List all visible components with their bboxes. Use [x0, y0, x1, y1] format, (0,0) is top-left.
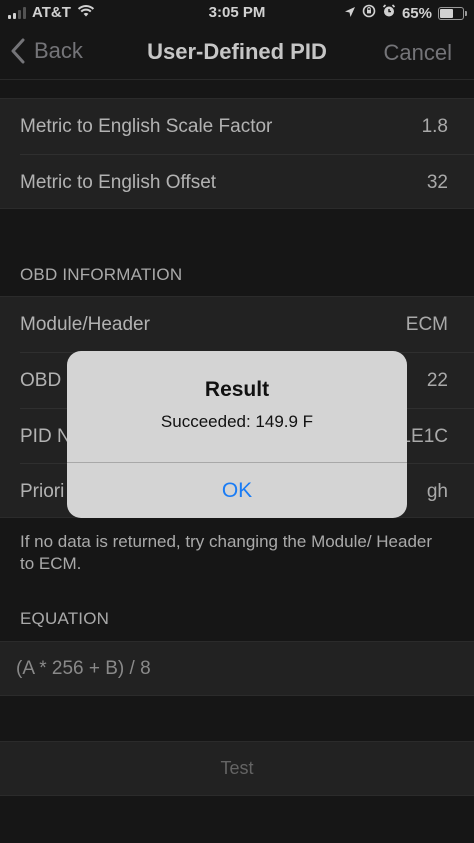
- alert-message: Succeeded: 149.9 F: [160, 412, 314, 431]
- ok-button[interactable]: OK: [67, 463, 407, 518]
- result-alert: Result Succeeded: 149.9 F OK: [67, 351, 407, 518]
- alert-title: Result: [204, 378, 270, 401]
